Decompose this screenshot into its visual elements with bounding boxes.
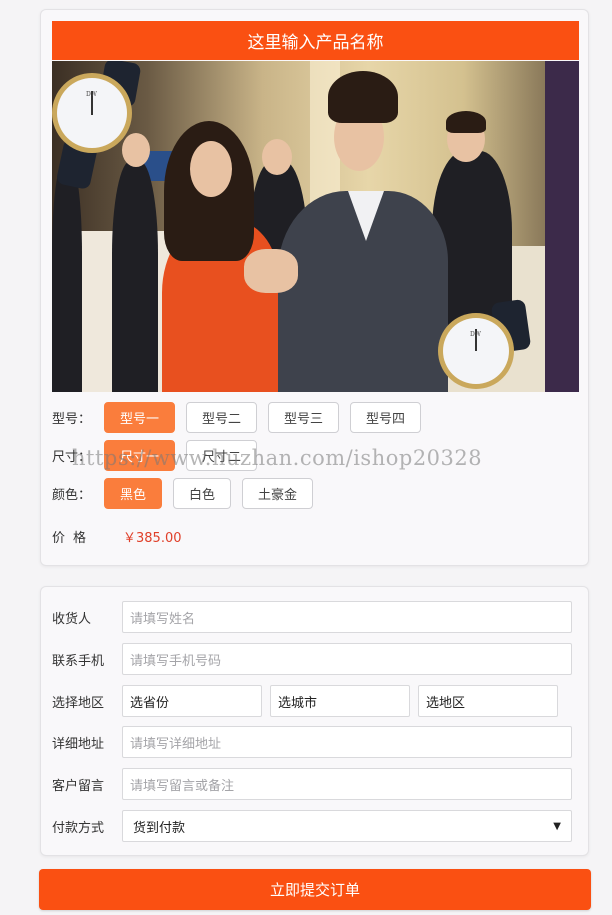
name-row: 收货人 请填写姓名 [52,601,572,633]
color-option-gold[interactable]: 土豪金 [242,478,314,509]
region-row: 选择地区 选省份 选城市 选地区 [52,685,566,717]
name-label: 收货人 [52,611,92,627]
phone-label: 联系手机 [52,653,105,669]
watch-image: DW [52,61,147,191]
payment-select[interactable]: 货到付款 ▼ [122,810,572,842]
message-label: 客户留言 [52,778,105,794]
model-option-3[interactable]: 型号三 [268,402,340,433]
model-label: 型号： [52,412,92,427]
province-select[interactable]: 选省份 [122,685,262,717]
district-select[interactable]: 选地区 [418,685,558,717]
dropdown-arrow-icon: ▼ [553,820,561,832]
phone-row: 联系手机 请填写手机号码 [52,643,572,675]
model-option-4[interactable]: 型号四 [350,402,422,433]
color-option-black[interactable]: 黑色 [104,478,163,509]
color-option-row: 颜色： 黑色 白色 土豪金 [52,478,324,509]
watch-brand-logo: DW [86,91,97,98]
model-option-1[interactable]: 型号一 [104,402,176,433]
watch-brand-logo: DW [470,331,481,338]
product-image: DW DW [52,61,579,392]
payment-value: 货到付款 [133,820,186,836]
model-option-row: 型号： 型号一 型号二 型号三 型号四 [52,402,432,433]
price-label: 价格 [52,531,95,546]
order-form-card: 收货人 请填写姓名 联系手机 请填写手机号码 选择地区 选省份 选城市 选地区 … [40,586,589,856]
submit-order-button[interactable]: 立即提交订单 [39,869,591,910]
product-title: 这里输入产品名称 [52,21,579,60]
city-select[interactable]: 选城市 [270,685,410,717]
message-row: 客户留言 请填写留言或备注 [52,768,572,800]
color-option-white[interactable]: 白色 [173,478,232,509]
model-option-2[interactable]: 型号二 [186,402,258,433]
watch-image: DW [434,295,532,392]
phone-input[interactable]: 请填写手机号码 [122,643,572,675]
price-row: 价格 ￥385.00 [52,527,182,546]
color-label: 颜色： [52,488,92,503]
name-input[interactable]: 请填写姓名 [122,601,572,633]
watermark-text: https://www.huzhan.com/ishop20328 [72,446,483,470]
product-card: 这里输入产品名称 DW DW 型号： 型号一 型号二 型号三 型号四 尺寸： 尺… [40,9,589,566]
price-value: ￥385.00 [123,531,182,546]
address-input[interactable]: 请填写详细地址 [122,726,572,758]
address-label: 详细地址 [52,736,105,752]
payment-row: 付款方式 货到付款 ▼ [52,810,572,842]
address-row: 详细地址 请填写详细地址 [52,726,572,758]
payment-label: 付款方式 [52,820,105,836]
message-input[interactable]: 请填写留言或备注 [122,768,572,800]
region-label: 选择地区 [52,695,105,711]
